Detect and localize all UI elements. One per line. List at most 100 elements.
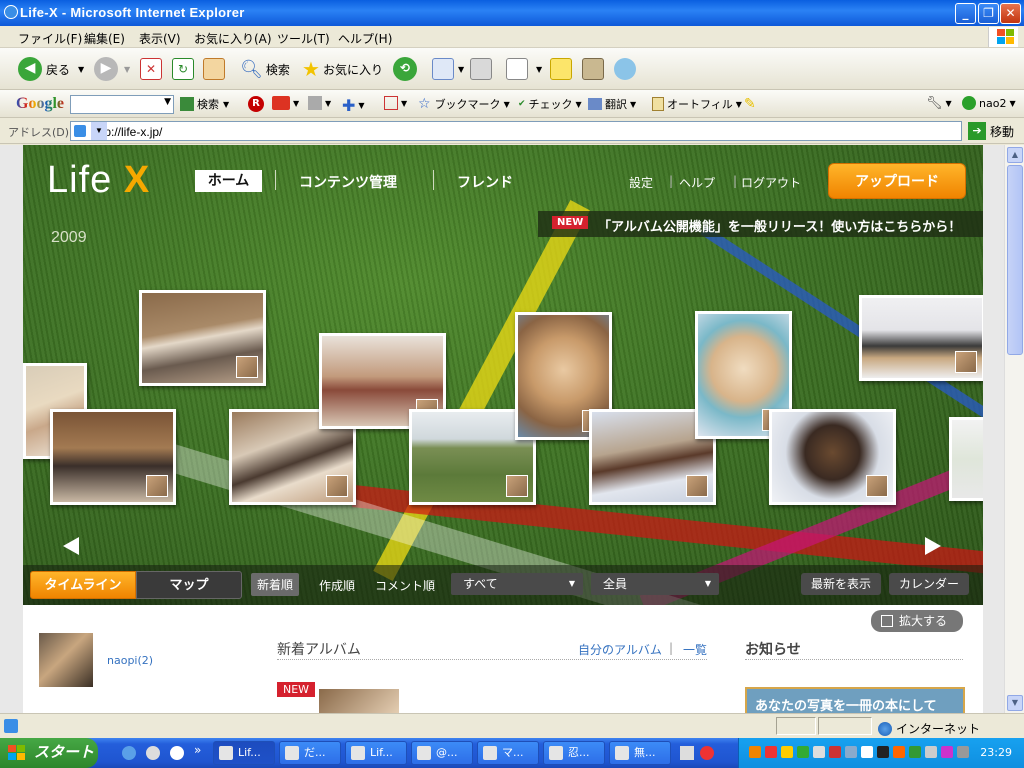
upload-button[interactable]: アップロード [828,163,966,199]
spellcheck-button[interactable]: ✔ チェック ▼ [518,96,582,112]
news-banner[interactable]: NEW 「アルバム公開機能」を一般リリース！使い方はこちらから！ [538,211,983,237]
show-latest-button[interactable]: 最新を表示 [801,573,882,595]
translate-button[interactable]: 翻訳 ▼ [588,96,636,112]
tray-icon[interactable] [797,746,809,758]
tray-icon[interactable] [909,746,921,758]
google-logo[interactable]: Google [16,95,64,113]
album-list-link[interactable]: 一覧 [683,641,707,658]
plus-button[interactable]: ✚ ▼ [342,96,365,115]
taskbar-item[interactable]: @... [411,741,473,765]
keyboard-icon[interactable] [680,746,694,760]
refresh-button[interactable]: ↻ [172,55,194,83]
photo-thumbnail[interactable] [50,409,176,505]
tray-icon[interactable] [781,746,793,758]
logout-link[interactable]: ログアウト [741,174,801,191]
filter-all-select[interactable]: すべて [451,573,583,595]
zoom-button[interactable]: 拡大する [871,610,963,632]
taskbar-item[interactable]: Lif... [345,741,407,765]
tab-timeline[interactable]: タイムライン [30,571,136,599]
mail-button[interactable]: ▼ [432,55,464,83]
menu-edit[interactable]: 編集(E) [84,30,125,47]
help-link[interactable]: ヘルプ [679,174,715,191]
menu-favorites[interactable]: お気に入り(A) [194,30,272,47]
autofill-button[interactable]: オートフィル ▼ [652,96,742,112]
user-name-link[interactable]: naopi(2) [107,654,153,667]
sort-comments[interactable]: コメント順 [375,577,435,594]
settings-link[interactable]: 設定 [629,174,653,191]
taskbar-item[interactable]: だ... [279,741,341,765]
history-button[interactable]: ⟲ [393,55,417,83]
edit-button[interactable]: ▼ [506,55,542,83]
news-button[interactable]: ▼ [308,96,331,110]
forward-button[interactable]: ▶ ▼ [94,55,130,83]
tray-icon[interactable] [765,746,777,758]
google-search-input[interactable]: ▼ [70,95,174,114]
scroll-up-icon[interactable]: ▲ [1007,147,1023,163]
vertical-scrollbar[interactable]: ▲ ▼ [1004,145,1024,713]
timeline-prev-arrow[interactable] [63,537,79,555]
google-account-button[interactable]: nao2 ▼ [962,96,1016,110]
menu-file[interactable]: ファイル(F) [18,30,82,47]
bookmark-button[interactable]: ☆ ブックマーク ▼ [418,96,510,112]
nav-contents[interactable]: コンテンツ管理 [299,172,397,192]
photo-thumbnail[interactable] [949,417,983,501]
filter-members-select[interactable]: 全員 [591,573,719,595]
settings-button[interactable]: 🔧︎ ▼ [926,96,952,111]
highlight-button[interactable]: ✎ [744,96,756,112]
tray-icon[interactable] [877,746,889,758]
photobook-banner[interactable]: あなたの写真を一冊の本にして [745,687,965,713]
menu-tools[interactable]: ツール(T) [277,30,330,47]
home-button[interactable] [203,55,225,83]
rakuten-button[interactable]: R [248,96,264,112]
close-button[interactable]: ✕ [1000,3,1021,24]
life-x-logo[interactable]: Life X [47,159,150,202]
my-albums-link[interactable]: 自分のアルバム [578,641,662,658]
calendar-button[interactable]: カレンダー [889,573,970,595]
tray-icon[interactable] [941,746,953,758]
timeline-next-arrow[interactable] [925,537,941,555]
photo-thumbnail[interactable] [859,295,983,381]
minimize-button[interactable]: _ [955,3,976,24]
popup-blocker-button[interactable]: ▼ [384,96,407,110]
tray-icon[interactable] [829,746,841,758]
scroll-thumb[interactable] [1007,165,1023,355]
note-button[interactable] [550,55,572,83]
print-button[interactable] [470,55,492,83]
restore-button[interactable]: ❐ [978,3,999,24]
tray-icon[interactable] [957,746,969,758]
search-button[interactable]: 🔍︎ 検索 [240,55,290,83]
taskbar-item[interactable]: マ... [477,741,539,765]
youtube-button[interactable]: ▼ [272,96,299,110]
quick-launch-desktop-icon[interactable] [146,746,160,760]
album-thumbnail[interactable] [319,689,399,713]
tray-icon[interactable] [861,746,873,758]
tray-icon[interactable] [813,746,825,758]
tray-icon[interactable] [845,746,857,758]
start-button[interactable]: スタート [0,738,98,768]
scroll-down-icon[interactable]: ▼ [1007,695,1023,711]
menu-view[interactable]: 表示(V) [139,30,181,47]
back-button[interactable]: ◀ 戻る ▼ [18,55,84,83]
tray-icon[interactable] [893,746,905,758]
ime-icon[interactable] [700,746,714,760]
favorites-button[interactable]: ★ お気に入り [302,55,383,83]
tray-icon[interactable] [749,746,761,758]
photo-thumbnail[interactable] [769,409,896,505]
tray-icon[interactable] [925,746,937,758]
taskbar-item[interactable]: 忍... [543,741,605,765]
address-input[interactable]: http://life-x.jp/ ▼ [70,121,962,141]
avatar[interactable] [39,633,93,687]
go-button[interactable]: ➔ 移動 [968,122,1014,140]
menu-help[interactable]: ヘルプ(H) [338,30,392,47]
nav-home[interactable]: ホーム [195,170,262,192]
sort-newest[interactable]: 新着順 [251,573,300,596]
chevron-down-icon[interactable]: ▼ [91,122,107,140]
messenger-button[interactable] [614,55,636,83]
nav-friends[interactable]: フレンド [457,172,513,192]
quick-launch-ie-icon[interactable] [122,746,136,760]
tab-map[interactable]: マップ [136,571,242,599]
quick-launch-media-icon[interactable] [170,746,184,760]
sort-created[interactable]: 作成順 [319,577,355,594]
stop-button[interactable]: ✕ [140,55,162,83]
research-button[interactable] [582,55,604,83]
